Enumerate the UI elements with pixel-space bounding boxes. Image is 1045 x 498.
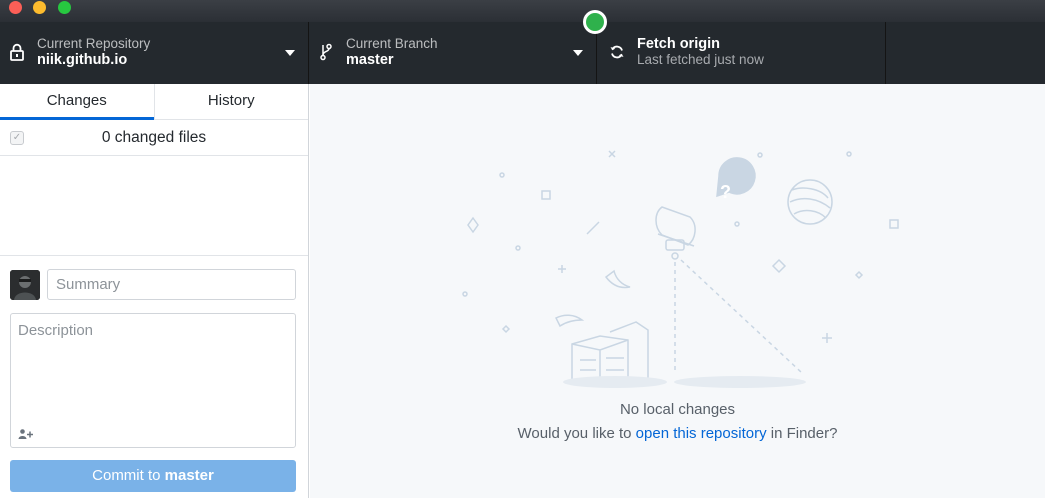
- open-repository-link[interactable]: open this repository: [636, 425, 767, 442]
- tab-changes[interactable]: Changes: [0, 84, 154, 120]
- sidebar-tabs: Changes History: [0, 84, 308, 120]
- blank-slate-illustration: ?: [462, 150, 899, 388]
- branch-name: master: [346, 52, 394, 68]
- sync-icon: [608, 42, 626, 62]
- minimize-window-button[interactable]: [33, 1, 46, 14]
- blank-slate-title: No local changes: [619, 401, 736, 418]
- toolbar: Current Repository niik.github.io Curren…: [0, 22, 1045, 84]
- add-coauthor-icon[interactable]: [18, 427, 36, 439]
- commit-button[interactable]: Commit to master: [10, 460, 296, 492]
- commit-button-branch: master: [164, 467, 214, 484]
- repository-dropdown[interactable]: Current Repository niik.github.io: [0, 22, 309, 84]
- description-placeholder: Description: [18, 322, 94, 339]
- caret-down-icon: [285, 50, 295, 56]
- svg-text:?: ?: [720, 182, 731, 202]
- blank-slate-suffix: in Finder?: [766, 425, 838, 442]
- git-branch-icon: [317, 42, 335, 62]
- window-titlebar: [0, 0, 1045, 22]
- lock-icon: [8, 42, 26, 62]
- status-dot: [583, 10, 607, 34]
- repository-label: Current Repository: [37, 36, 151, 51]
- summary-input[interactable]: [47, 269, 296, 300]
- last-fetched-status: Last fetched just now: [637, 52, 764, 67]
- commit-button-prefix: Commit to: [92, 467, 165, 484]
- blank-slate-message: Would you like to open this repository i…: [310, 425, 1045, 442]
- sidebar: Changes History ✓ 0 changed files Descri…: [0, 84, 309, 498]
- changed-files-count: 0 changed files: [101, 129, 207, 146]
- fetch-origin-label: Fetch origin: [637, 36, 720, 52]
- fetch-origin-button[interactable]: Fetch origin Last fetched just now: [597, 22, 886, 84]
- caret-down-icon: [573, 50, 583, 56]
- maximize-window-button[interactable]: [58, 1, 71, 14]
- changed-file-list: [0, 156, 308, 256]
- main-panel: ? No local changes Would you like to ope…: [310, 84, 1045, 498]
- blank-slate-prefix: Would you like to: [517, 425, 636, 442]
- description-field[interactable]: Description: [10, 313, 296, 448]
- avatar: [10, 270, 40, 300]
- commit-message-area: Description Commit to master: [0, 256, 308, 498]
- branch-label: Current Branch: [346, 36, 438, 51]
- changes-header: ✓ 0 changed files: [0, 120, 308, 156]
- tab-history[interactable]: History: [153, 84, 309, 119]
- close-window-button[interactable]: [9, 1, 22, 14]
- repository-name: niik.github.io: [37, 52, 128, 68]
- branch-dropdown[interactable]: Current Branch master: [309, 22, 597, 84]
